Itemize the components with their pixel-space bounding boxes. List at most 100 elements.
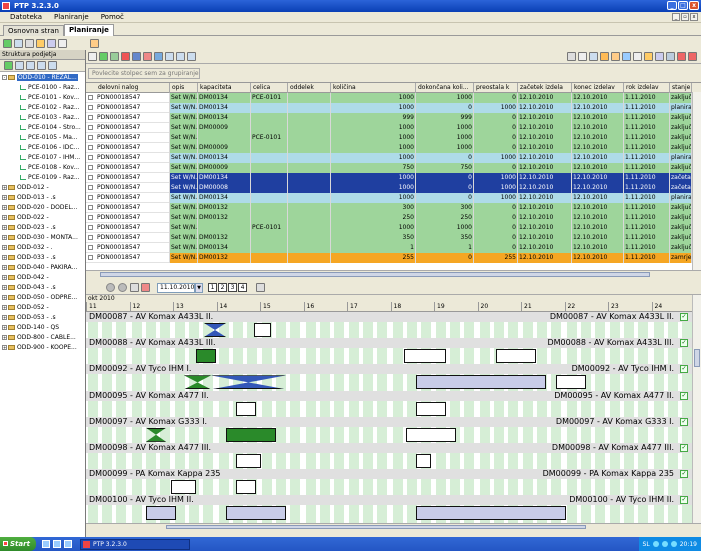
resource-row[interactable]: DM00099 - PA Komax Kappa 235 DM00099 - PA… bbox=[86, 469, 692, 480]
tree-item[interactable]: + ODD-042 - bbox=[0, 273, 85, 283]
gantt-task-bar[interactable] bbox=[196, 349, 216, 364]
zoom-fit-icon[interactable] bbox=[187, 52, 196, 61]
tree-item[interactable]: PCE-0104 - Stro... bbox=[0, 123, 85, 133]
column-header[interactable]: konec izdelav bbox=[572, 83, 624, 93]
row-expand-icon[interactable] bbox=[88, 215, 93, 220]
zoom-in-icon[interactable] bbox=[165, 52, 174, 61]
table-row[interactable]: PDN00018547 Set W/N... DM00132 350 350 0 12.10… bbox=[86, 233, 701, 243]
tree-item[interactable]: + ODD-013 - .s bbox=[0, 193, 85, 203]
tree-item[interactable]: PCE-0106 - IDC... bbox=[0, 143, 85, 153]
pencil-icon[interactable] bbox=[666, 52, 675, 61]
antivirus-icon[interactable] bbox=[661, 541, 668, 547]
resource-check-icon[interactable]: ✓ bbox=[680, 313, 688, 321]
table-row[interactable]: PDN00018547 Set W/N... DM00008 1000 0 1000 12.… bbox=[86, 183, 701, 193]
view-4-button[interactable]: 4 bbox=[238, 283, 247, 292]
gantt-task-bar[interactable] bbox=[226, 427, 276, 442]
row-expand-icon[interactable] bbox=[88, 145, 93, 150]
calendar-icon[interactable] bbox=[130, 283, 139, 292]
gantt-task-bar[interactable] bbox=[406, 427, 456, 442]
play-icon[interactable] bbox=[118, 283, 127, 292]
tree-item[interactable]: PCE-0107 - IHM... bbox=[0, 153, 85, 163]
column-header[interactable]: količina bbox=[331, 83, 416, 93]
tree-item[interactable]: + ODD-033 - .s bbox=[0, 253, 85, 263]
stop-icon[interactable] bbox=[121, 52, 130, 61]
row-expand-icon[interactable] bbox=[88, 245, 93, 250]
expand-toggle-icon[interactable]: + bbox=[2, 255, 7, 260]
expand-toggle-icon[interactable]: - bbox=[2, 75, 7, 80]
tree-item[interactable]: + ODD-030 - MONTA... bbox=[0, 233, 85, 243]
gantt-task-bar[interactable] bbox=[254, 323, 271, 337]
expand-toggle-icon[interactable]: + bbox=[2, 335, 7, 340]
merge-icon[interactable] bbox=[688, 52, 697, 61]
print-icon[interactable] bbox=[88, 52, 97, 61]
grid-scroll-thumb[interactable] bbox=[100, 272, 650, 277]
tree-search-icon[interactable] bbox=[37, 61, 46, 70]
gantt-task-bar[interactable] bbox=[146, 506, 176, 521]
edit-icon[interactable] bbox=[633, 52, 642, 61]
menu-pomoc[interactable]: Pomoč bbox=[95, 12, 130, 22]
column-header[interactable]: celica bbox=[251, 83, 288, 93]
row-expand-icon[interactable] bbox=[88, 255, 93, 260]
tree-item[interactable]: + ODD-012 - bbox=[0, 183, 85, 193]
view-2-button[interactable]: 2 bbox=[218, 283, 227, 292]
tree-item[interactable]: PCE-0109 - Raz... bbox=[0, 173, 85, 183]
volume-icon[interactable] bbox=[670, 541, 677, 547]
table-row[interactable]: PDN00018547 Set W/N... DM00134 999 999 0 12.10… bbox=[86, 113, 701, 123]
expand-toggle-icon[interactable]: + bbox=[2, 195, 7, 200]
gantt-task-bar[interactable] bbox=[236, 401, 256, 416]
tree-item[interactable]: PCE-0105 - Ma... bbox=[0, 133, 85, 143]
row-expand-icon[interactable] bbox=[88, 165, 93, 170]
column-header[interactable]: delovni nalog bbox=[96, 83, 170, 93]
tree-item[interactable]: + ODD-020 - DODEL... bbox=[0, 203, 85, 213]
row-expand-icon[interactable] bbox=[88, 135, 93, 140]
browser-icon[interactable] bbox=[53, 540, 61, 548]
help-icon[interactable] bbox=[36, 38, 45, 48]
tree-item[interactable]: + ODD-053 - .s bbox=[0, 313, 85, 323]
table-row[interactable]: PDN00018547 Set W/N... DM00009 1000 1000 0 12.… bbox=[86, 123, 701, 133]
start-button[interactable]: Start bbox=[0, 537, 36, 551]
gantt-task-bar[interactable] bbox=[416, 506, 566, 521]
column-header[interactable]: dokončana koli... bbox=[416, 83, 474, 93]
comment-icon[interactable] bbox=[256, 283, 265, 292]
resource-check-icon[interactable]: ✓ bbox=[680, 417, 688, 426]
table-row[interactable]: PDN00018547 Set W/N... DM00009 750 750 0 12.10… bbox=[86, 163, 701, 173]
tag-icon[interactable] bbox=[644, 52, 653, 61]
row-expand-icon[interactable] bbox=[88, 235, 93, 240]
gantt-scroll-thumb[interactable] bbox=[694, 349, 700, 367]
link-icon[interactable] bbox=[110, 52, 119, 61]
row-expand-icon[interactable] bbox=[88, 175, 93, 180]
gantt-hscroll-thumb[interactable] bbox=[166, 525, 586, 529]
pdf-icon[interactable] bbox=[143, 52, 152, 61]
refresh-icon[interactable] bbox=[3, 38, 12, 48]
expand-toggle-icon[interactable]: + bbox=[2, 265, 7, 270]
mdi-minimize-button[interactable]: _ bbox=[672, 13, 680, 21]
expand-toggle-icon[interactable]: + bbox=[2, 345, 7, 350]
resource-row[interactable]: DM00087 - AV Komax A433L II. DM00087 - AV… bbox=[86, 312, 692, 322]
tree-item[interactable]: + ODD-900 - KOOPE... bbox=[0, 343, 85, 353]
tree-item[interactable]: PCE-0100 - Raz... bbox=[0, 83, 85, 93]
gantt-task-bar[interactable] bbox=[226, 506, 286, 521]
tree-item[interactable]: + ODD-043 - .s bbox=[0, 283, 85, 293]
column-header[interactable]: preostala k bbox=[474, 83, 518, 93]
tree-item[interactable]: PCE-0108 - Kov... bbox=[0, 163, 85, 173]
taskbar-app-button[interactable]: PTP 3.2.3.0 bbox=[80, 538, 190, 550]
row-expand-icon[interactable] bbox=[88, 225, 93, 230]
view-1-button[interactable]: 1 bbox=[208, 283, 217, 292]
split-icon[interactable] bbox=[677, 52, 686, 61]
tree-refresh-icon[interactable] bbox=[4, 61, 13, 70]
column-header[interactable]: začetek izdela bbox=[518, 83, 572, 93]
explorer-icon[interactable] bbox=[64, 540, 72, 548]
expand-toggle-icon[interactable]: + bbox=[2, 275, 7, 280]
row-expand-icon[interactable] bbox=[88, 185, 93, 190]
gantt-task-bar[interactable] bbox=[404, 349, 446, 364]
expand-toggle-icon[interactable]: + bbox=[2, 285, 7, 290]
column-header[interactable]: oddelek bbox=[288, 83, 331, 93]
window-icon[interactable] bbox=[47, 38, 56, 48]
row-expand-icon[interactable] bbox=[88, 115, 93, 120]
tree-collapse-icon[interactable] bbox=[26, 61, 35, 70]
grid-vertical-scrollbar[interactable] bbox=[692, 92, 701, 270]
resource-row[interactable]: DM00095 - AV Komax A477 II. DM00095 - AV … bbox=[86, 390, 692, 401]
desktop-icon[interactable] bbox=[42, 540, 50, 548]
gantt-task-bar[interactable] bbox=[416, 375, 546, 390]
gantt-task-bar[interactable] bbox=[236, 454, 261, 468]
